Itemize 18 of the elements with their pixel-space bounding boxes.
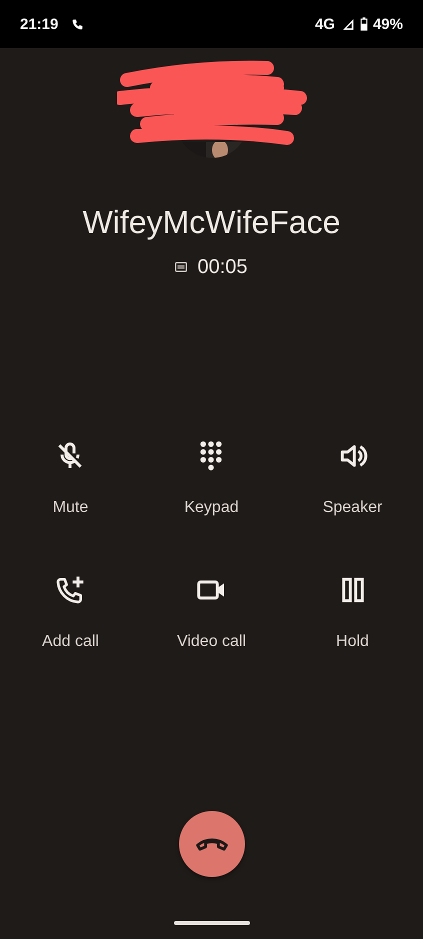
- call-control-button[interactable]: Video call: [176, 574, 246, 652]
- hang-up-icon: [196, 837, 228, 851]
- clock: 21:19: [20, 16, 58, 32]
- battery-percent: 49%: [372, 16, 403, 32]
- call-control-button[interactable]: Keypad: [184, 440, 239, 518]
- phone-icon: [71, 18, 84, 30]
- call-control-button[interactable]: Hold: [336, 574, 369, 652]
- signal-icon: [342, 18, 355, 30]
- call-duration: 00:05: [197, 256, 248, 278]
- keypad-icon: [200, 441, 222, 471]
- hd-icon: [175, 262, 188, 272]
- battery-icon: [360, 17, 368, 31]
- add-call-icon: [54, 574, 86, 606]
- call-control-button[interactable]: Add call: [42, 574, 99, 652]
- network-type: 4G: [314, 16, 335, 32]
- call-control-button[interactable]: Mute: [52, 440, 88, 518]
- call-control-button[interactable]: Speaker: [322, 440, 382, 518]
- contact-name: WifeyMcWifeFace: [82, 203, 340, 242]
